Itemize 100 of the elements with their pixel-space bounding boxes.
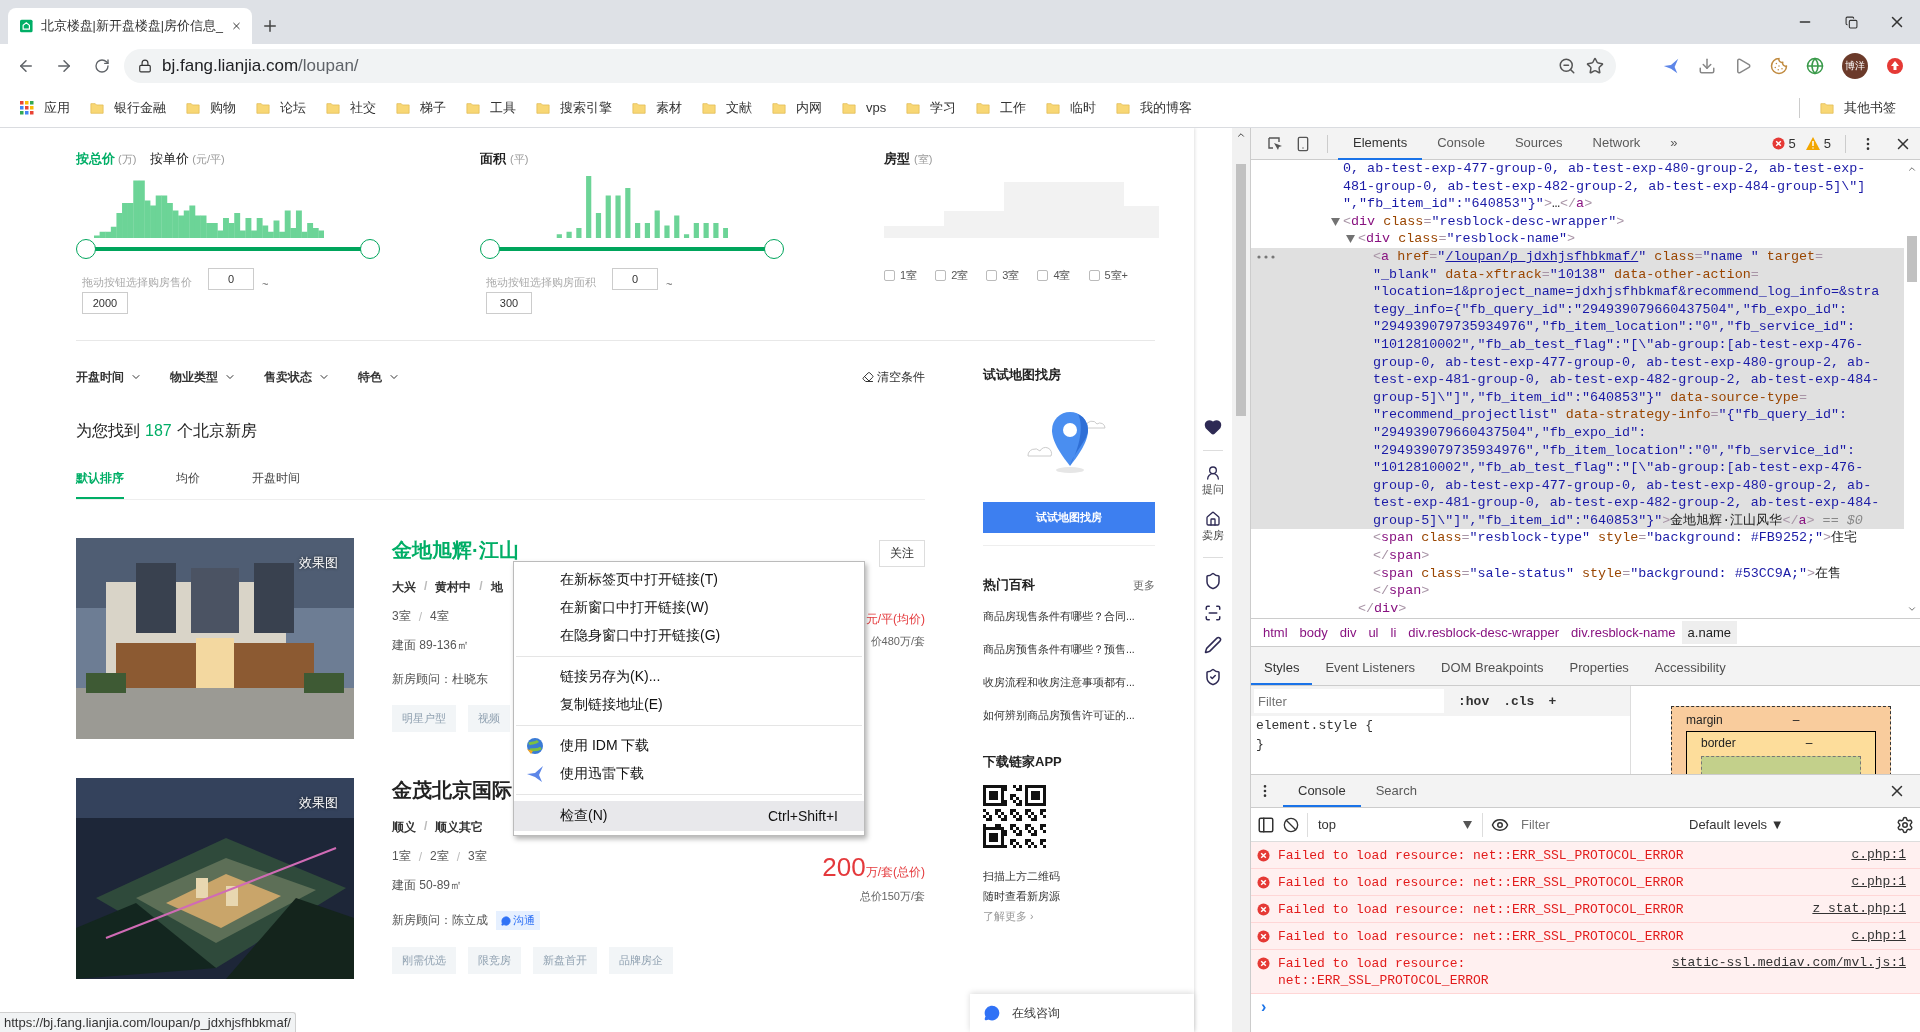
menu-item[interactable]: 在新标签页中打开链接(T)	[514, 566, 864, 594]
source-link[interactable]: c.php:1	[1851, 928, 1906, 943]
breadcrumb-item[interactable]: html	[1257, 621, 1294, 644]
source-link[interactable]: static-ssl.mediav.com/mvl.js:1	[1671, 955, 1906, 970]
wiki-link[interactable]: 商品房现售条件有哪些？合同...	[983, 610, 1155, 624]
filter-dropdown[interactable]: 售卖状态	[264, 368, 330, 386]
bookmark[interactable]: 我的博客	[1110, 94, 1203, 121]
forward-icon[interactable]	[55, 57, 73, 75]
back-icon[interactable]	[17, 57, 35, 75]
max-input[interactable]: 300	[486, 292, 532, 314]
console-prompt[interactable]: ›	[1251, 994, 1920, 1020]
online-chat-button[interactable]: 在线咨询	[970, 994, 1194, 1032]
devtools-tab[interactable]: Network	[1577, 128, 1656, 160]
browser-tab[interactable]: 北京楼盘|新开盘楼盘|房价信息_	[8, 8, 252, 44]
scroll-down-icon[interactable]	[1907, 604, 1917, 614]
ask-button[interactable]: 提问	[1202, 465, 1224, 497]
reload-icon[interactable]	[94, 58, 110, 74]
restore-icon[interactable]	[1844, 15, 1858, 29]
devtools-tab[interactable]: Elements	[1338, 128, 1423, 160]
menu-item[interactable]: 复制链接地址(E)	[514, 691, 864, 719]
styles-tab[interactable]: Accessibility	[1641, 651, 1739, 685]
zoom-icon[interactable]	[1558, 57, 1576, 75]
menu-item[interactable]: 在隐身窗口中打开链接(G)	[514, 622, 864, 650]
chat-button[interactable]: 沟通	[496, 911, 540, 930]
drawer-tab[interactable]: Search	[1360, 775, 1432, 807]
devtools-tab[interactable]: Sources	[1499, 128, 1578, 160]
room-checkbox[interactable]: 5室+	[1088, 268, 1129, 283]
bookmark[interactable]: 银行金融	[84, 94, 176, 121]
sidebar-toggle-icon[interactable]	[1257, 815, 1275, 834]
shield-icon[interactable]	[1204, 572, 1222, 590]
address-field[interactable]: bj.fang.lianjia.com/loupan/	[124, 49, 1616, 83]
profile-avatar[interactable]: 博洋	[1842, 53, 1868, 79]
clear-filters-button[interactable]: 清空条件	[862, 368, 925, 386]
breadcrumb-item[interactable]: li	[1384, 621, 1403, 644]
play-icon[interactable]	[1734, 57, 1752, 75]
sort-tab[interactable]: 开盘时间	[252, 470, 300, 499]
filter-dropdown[interactable]: 开盘时间	[76, 368, 142, 386]
wiki-link[interactable]: 如何辨别商品房预售许可证的...	[983, 709, 1155, 723]
scan-icon[interactable]	[1204, 604, 1222, 622]
styles-tab[interactable]: Event Listeners	[1312, 651, 1428, 685]
log-levels-select[interactable]: Default levels ▼	[1683, 816, 1790, 833]
bookmark[interactable]: 梯子	[390, 94, 456, 121]
min-input[interactable]: 0	[208, 268, 254, 290]
hover-state-button[interactable]: :hov	[1458, 693, 1490, 709]
price-mode-tab[interactable]: 按单价 (元/平)	[150, 150, 225, 168]
bookmark[interactable]: 文献	[696, 94, 762, 121]
inspect-icon[interactable]	[1267, 135, 1283, 152]
wiki-link[interactable]: 收房流程和收房注意事项都有...	[983, 676, 1155, 690]
bookmark[interactable]: 社交	[320, 94, 386, 121]
room-checkbox[interactable]: 3室	[986, 268, 1020, 283]
bookmark[interactable]: 论坛	[250, 94, 316, 121]
drawer-tab[interactable]: Console	[1283, 775, 1361, 807]
breadcrumb-item[interactable]: body	[1293, 621, 1334, 644]
bird-icon[interactable]	[1662, 57, 1680, 75]
breadcrumb-item[interactable]: div	[1333, 621, 1363, 644]
new-tab-icon[interactable]	[261, 17, 279, 35]
room-checkbox[interactable]: 4室	[1037, 268, 1071, 283]
bookmark[interactable]: 工具	[460, 94, 526, 121]
bookmark[interactable]: 购物	[180, 94, 246, 121]
slider-handle[interactable]	[764, 239, 784, 259]
scroll-up-icon[interactable]	[1236, 130, 1246, 140]
pen-icon[interactable]	[1204, 636, 1222, 654]
filter-input[interactable]: Filter	[1254, 689, 1444, 713]
styles-tab[interactable]: Properties	[1556, 651, 1642, 685]
breadcrumb-item[interactable]: ul	[1362, 621, 1385, 644]
download-icon[interactable]	[1698, 57, 1716, 75]
clear-console-icon[interactable]	[1283, 816, 1299, 833]
device-icon[interactable]	[1295, 135, 1311, 152]
bookmark[interactable]: 工作	[970, 94, 1037, 121]
menu-item[interactable]: 检查(N) Ctrl+Shift+I	[514, 801, 864, 831]
bookmark[interactable]: 搜索引擎	[530, 94, 622, 121]
class-button[interactable]: .cls	[1503, 693, 1535, 709]
scroll-up-icon[interactable]	[1907, 164, 1917, 174]
source-link[interactable]: c.php:1	[1851, 847, 1906, 862]
more-link[interactable]: 更多	[1133, 578, 1155, 593]
filter-dropdown[interactable]: 物业类型	[170, 368, 236, 386]
bookmark[interactable]: vps	[836, 96, 897, 119]
slider-handle[interactable]	[360, 239, 380, 259]
bookmark[interactable]: 学习	[900, 94, 967, 121]
bookmark[interactable]: 内网	[766, 94, 832, 121]
menu-item[interactable]: 在新窗口中打开链接(W)	[514, 594, 864, 622]
scrollbar[interactable]	[1907, 236, 1917, 282]
bookmark[interactable]: 其他书签	[1814, 94, 1906, 121]
room-checkbox[interactable]: 1室	[884, 268, 918, 283]
filter-dropdown[interactable]: 特色	[358, 368, 400, 386]
scrollbar[interactable]	[1236, 164, 1246, 416]
min-input[interactable]: 0	[612, 268, 658, 290]
sort-tab[interactable]: 均价	[176, 470, 200, 499]
update-icon[interactable]	[1886, 57, 1904, 75]
room-checkbox[interactable]: 2室	[935, 268, 969, 283]
breadcrumb-item[interactable]: a.name	[1681, 621, 1737, 644]
follow-button[interactable]: 关注	[879, 540, 925, 567]
menu-item[interactable]: 使用 IDM 下载	[514, 732, 864, 760]
bookmark[interactable]: 临时	[1040, 94, 1107, 121]
more-icon[interactable]	[1257, 254, 1275, 259]
styles-tab[interactable]: DOM Breakpoints	[1428, 651, 1557, 685]
source-link[interactable]: c.php:1	[1851, 874, 1906, 889]
map-search-button[interactable]: 试试地图找房	[983, 502, 1155, 533]
context-select[interactable]: top	[1307, 812, 1483, 837]
wiki-link[interactable]: 商品房预售条件有哪些？预售...	[983, 643, 1155, 657]
